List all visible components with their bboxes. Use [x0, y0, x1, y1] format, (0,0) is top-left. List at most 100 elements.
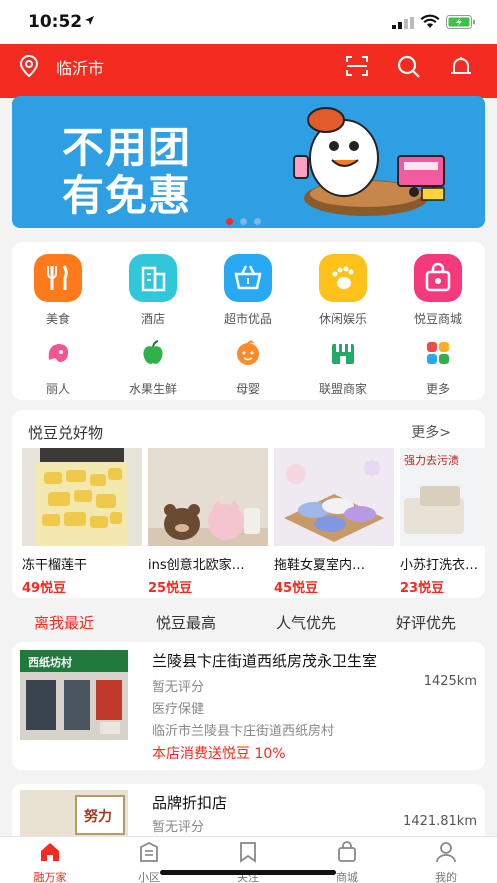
tab-popularity[interactable]: 人气优先: [276, 612, 336, 633]
location-pin-icon[interactable]: [18, 54, 40, 78]
category-label: 更多: [425, 382, 450, 396]
banner-headline-2: 有免惠: [62, 171, 192, 220]
product-price: 45悦豆: [274, 581, 319, 596]
storefront-icon: [328, 338, 358, 368]
category-beauty[interactable]: 丽人: [18, 338, 98, 397]
product-card[interactable]: 冻干榴莲干 49悦豆: [22, 448, 142, 596]
sort-tabs: 离我最近 悦豆最高 人气优先 好评优先: [0, 610, 497, 636]
bookmark-icon: [240, 842, 256, 863]
hotel-icon: [129, 254, 177, 302]
store-card[interactable]: 西纸坊村 兰陵县卞庄街道西纸房茂永卫生室 暂无评分 1425km 医疗保健 临沂…: [12, 642, 485, 770]
baby-face-icon: [233, 338, 263, 368]
tab-nearest[interactable]: 离我最近: [34, 612, 94, 633]
bean-exchange-section: 悦豆兑好物 更多> 冻干榴莲干 49悦豆 ins创意北欧家… 25悦豆 拖鞋女夏…: [12, 410, 485, 598]
product-name: 冻干榴莲干: [22, 558, 88, 573]
nav-community[interactable]: 小区: [114, 841, 184, 883]
community-icon: [140, 841, 158, 862]
category-more[interactable]: 更多: [398, 338, 478, 397]
category-label: 联盟商家: [318, 382, 367, 396]
nav-home[interactable]: 融万家: [15, 841, 85, 883]
store-sign-text: 努力: [84, 809, 112, 825]
category-beans-mall[interactable]: 悦豆商城: [398, 254, 478, 327]
product-name: ins创意北欧家…: [148, 558, 245, 573]
status-bar: 10:52: [0, 0, 497, 44]
product-card[interactable]: 拖鞋女夏室内… 45悦豆: [274, 448, 394, 596]
apple-icon: [138, 338, 168, 368]
section-title: 悦豆兑好物: [28, 424, 104, 442]
mall-bag-icon: [338, 841, 356, 862]
product-card[interactable]: ins创意北欧家… 25悦豆: [148, 448, 268, 596]
food-icon: [34, 254, 82, 302]
wifi-icon: [420, 14, 440, 28]
footprint-icon: [319, 254, 367, 302]
nav-follow[interactable]: 关注: [213, 841, 283, 883]
store-thumbnail: 西纸坊村: [20, 650, 128, 740]
bottom-navigation: 融万家 小区 关注 商城 我的: [0, 836, 497, 883]
banner-pagination[interactable]: [226, 210, 268, 229]
user-icon: [436, 842, 456, 863]
search-icon[interactable]: [396, 54, 422, 80]
category-label: 水果生鲜: [128, 382, 177, 396]
category-label: 丽人: [45, 382, 70, 396]
store-distance: 1425km: [423, 674, 477, 689]
category-food[interactable]: 美食: [18, 254, 98, 327]
home-indicator: [160, 870, 336, 875]
promo-banner[interactable]: 不用团 有免惠: [12, 96, 485, 228]
nav-mall[interactable]: 商城: [312, 841, 382, 883]
category-leisure[interactable]: 休闲娱乐: [303, 254, 383, 327]
grid-more-icon: [423, 338, 453, 368]
category-label: 超市优品: [223, 312, 272, 326]
product-card[interactable]: 强力去污渍 小苏打洗衣… 23悦豆: [400, 448, 485, 596]
top-bar: 临沂市: [0, 44, 497, 90]
city-selector[interactable]: 临沂市: [56, 55, 104, 79]
beauty-icon: [43, 338, 73, 368]
store-rating: 暂无评分: [152, 680, 205, 695]
store-name: 品牌折扣店: [152, 794, 228, 812]
battery-icon: [446, 15, 475, 29]
store-sign-text: 西纸坊村: [28, 656, 72, 669]
product-name: 拖鞋女夏室内…: [274, 558, 366, 573]
category-mother-baby[interactable]: 母婴: [208, 338, 288, 397]
tab-best-rated[interactable]: 好评优先: [396, 612, 456, 633]
tab-most-beans[interactable]: 悦豆最高: [156, 612, 216, 633]
nav-label: 融万家: [33, 871, 67, 883]
category-label: 美食: [45, 312, 70, 326]
scan-icon[interactable]: [344, 54, 370, 78]
basket-icon: [224, 254, 272, 302]
category-supermarket[interactable]: 超市优品: [208, 254, 288, 327]
category-label: 母婴: [235, 382, 260, 396]
notification-bell-icon[interactable]: [448, 54, 474, 80]
nav-profile[interactable]: 我的: [411, 841, 481, 883]
store-promo: 本店消费送悦豆 10%: [152, 746, 286, 762]
product-name: 小苏打洗衣…: [400, 558, 479, 573]
more-link[interactable]: 更多>: [411, 422, 451, 442]
status-time: 10:52: [28, 12, 83, 32]
store-card[interactable]: 努力 品牌折扣店 暂无评分 1421.81km: [12, 784, 485, 844]
banner-dot[interactable]: [226, 218, 233, 225]
store-name: 兰陵县卞庄街道西纸房茂永卫生室: [152, 652, 378, 670]
category-grid: 美食 酒店 超市优品 休闲娱乐 悦豆商城 丽人 水果生鲜 母婴 联盟商家 更多: [12, 242, 485, 400]
category-fresh-fruit[interactable]: 水果生鲜: [113, 338, 193, 397]
category-alliance-merchants[interactable]: 联盟商家: [303, 338, 383, 397]
store-category: 医疗保健: [152, 702, 205, 717]
category-hotel[interactable]: 酒店: [113, 254, 193, 327]
shopping-bag-icon: [414, 254, 462, 302]
product-image: [274, 448, 394, 546]
product-price: 23悦豆: [400, 581, 445, 596]
product-image: 强力去污渍: [400, 448, 485, 546]
product-image: [22, 448, 142, 546]
product-image: [148, 448, 268, 546]
store-rating: 暂无评分: [152, 820, 205, 835]
product-ad-text: 强力去污渍: [404, 454, 459, 467]
banner-dot[interactable]: [254, 218, 261, 225]
store-address: 临沂市兰陵县卞庄街道西纸房村: [152, 724, 335, 739]
nav-label: 我的: [435, 871, 457, 883]
signal-icon: [392, 17, 414, 29]
category-label: 悦豆商城: [413, 312, 462, 326]
product-price: 25悦豆: [148, 581, 193, 596]
category-label: 休闲娱乐: [318, 312, 367, 326]
banner-mascot-illustration: [293, 107, 445, 216]
home-icon: [41, 843, 59, 861]
banner-dot[interactable]: [240, 218, 247, 225]
location-arrow-icon: [85, 16, 94, 25]
